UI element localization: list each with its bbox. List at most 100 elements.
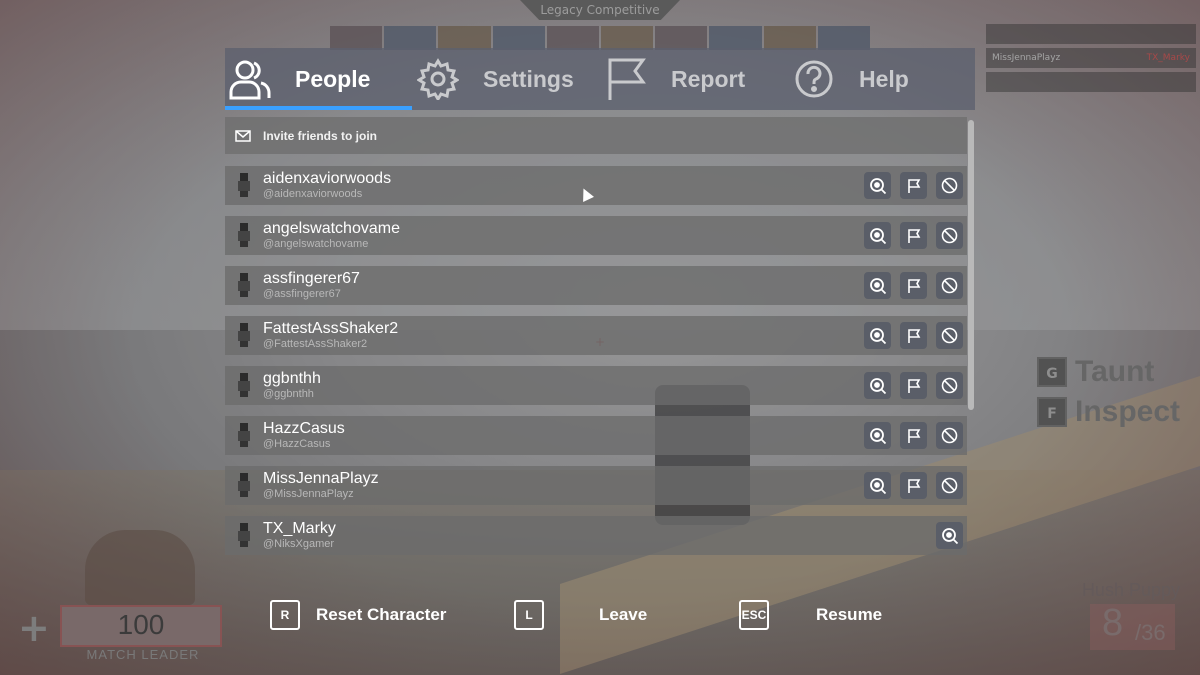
player-handle: @angelswatchovame [263,238,369,250]
invite-friends-button[interactable]: Invite friends to join [225,117,967,154]
flag-icon [906,328,922,344]
tab-report[interactable]: Report [603,48,791,110]
keycap: ESC [739,600,769,630]
inspect-button[interactable] [864,172,891,199]
avatar [235,423,253,447]
people-icon [227,56,273,102]
inspect-icon [869,427,887,445]
leave-button[interactable]: L Leave [514,600,647,630]
report-button[interactable] [900,222,927,249]
resume-button[interactable]: ESC Resume [739,600,882,630]
block-button[interactable] [936,422,963,449]
question-icon [791,56,837,102]
report-button[interactable] [900,422,927,449]
tab-help[interactable]: Help [791,48,971,110]
block-icon [941,227,958,244]
player-list: aidenxaviorwoods @aidenxaviorwoods angelsw… [225,166,967,566]
active-tab-indicator [225,106,412,110]
flag-icon [906,428,922,444]
report-button[interactable] [900,472,927,499]
block-icon [941,177,958,194]
player-actions [864,422,963,449]
keycap: R [270,600,300,630]
block-button[interactable] [936,172,963,199]
player-row[interactable]: FattestAssShaker2 @FattestAssShaker2 [225,316,967,355]
player-name: angelswatchovame [263,220,400,237]
player-name: ggbnthh [263,370,321,387]
inspect-button[interactable] [936,522,963,549]
inspect-button[interactable] [864,472,891,499]
block-icon [941,477,958,494]
tab-people[interactable]: People [225,48,415,110]
report-button[interactable] [900,272,927,299]
inspect-icon [869,327,887,345]
player-name: aidenxaviorwoods [263,170,392,187]
people-panel: Invite friends to join aidenxaviorwoods @… [225,117,975,557]
block-button[interactable] [936,322,963,349]
inspect-icon [869,477,887,495]
block-button[interactable] [936,372,963,399]
tab-settings[interactable]: Settings [415,48,603,110]
player-row[interactable]: MissJennaPlayz @MissJennaPlayz [225,466,967,505]
player-row[interactable]: angelswatchovame @angelswatchovame [225,216,967,255]
player-row[interactable]: assfingerer67 @assfingerer67 [225,266,967,305]
inspect-button[interactable] [864,422,891,449]
player-actions [864,322,963,349]
report-button[interactable] [900,322,927,349]
player-name: HazzCasus [263,420,345,437]
player-row[interactable]: HazzCasus @HazzCasus [225,416,967,455]
avatar [235,173,253,197]
inspect-button[interactable] [864,322,891,349]
block-icon [941,327,958,344]
tab-label: Report [671,65,746,92]
avatar [235,473,253,497]
action-label: Reset Character [316,605,447,624]
inspect-button[interactable] [864,372,891,399]
avatar [235,273,253,297]
invite-label: Invite friends to join [263,128,378,143]
inspect-button[interactable] [864,272,891,299]
player-handle: @aidenxaviorwoods [263,188,363,200]
avatar [235,323,253,347]
player-actions [864,272,963,299]
avatar [235,373,253,397]
gear-icon [415,56,461,102]
player-name: FattestAssShaker2 [263,320,399,337]
player-handle: @MissJennaPlayz [263,488,354,500]
player-row[interactable]: TX_Marky @NiksXgamer [225,516,967,555]
avatar [235,523,253,547]
player-actions [864,372,963,399]
player-actions [864,172,963,199]
tab-label: Help [859,65,909,92]
block-icon [941,277,958,294]
inspect-icon [941,527,959,545]
inspect-icon [869,277,887,295]
player-handle: @ggbnthh [263,388,314,400]
action-label: Leave [599,605,648,624]
flag-icon [906,278,922,294]
player-row[interactable]: ggbnthh @ggbnthh [225,366,967,405]
inspect-icon [869,227,887,245]
tab-label: People [295,65,371,92]
menu-tab-bar: People Settings Report Help [225,48,975,110]
player-list-scrollbar[interactable] [968,120,974,410]
block-button[interactable] [936,472,963,499]
player-name: assfingerer67 [263,270,360,287]
block-button[interactable] [936,222,963,249]
action-label: Resume [816,605,883,624]
mail-icon [235,129,253,143]
keycap: L [514,600,544,630]
inspect-button[interactable] [864,222,891,249]
player-actions [936,522,963,549]
flag-icon [603,56,649,102]
player-name: TX_Marky [263,520,336,537]
reset-character-button[interactable]: R Reset Character [270,600,446,630]
tab-label: Settings [483,65,574,92]
player-handle: @HazzCasus [263,438,331,450]
flag-icon [906,378,922,394]
block-icon [941,377,958,394]
player-row[interactable]: aidenxaviorwoods @aidenxaviorwoods [225,166,967,205]
report-button[interactable] [900,172,927,199]
report-button[interactable] [900,372,927,399]
block-button[interactable] [936,272,963,299]
